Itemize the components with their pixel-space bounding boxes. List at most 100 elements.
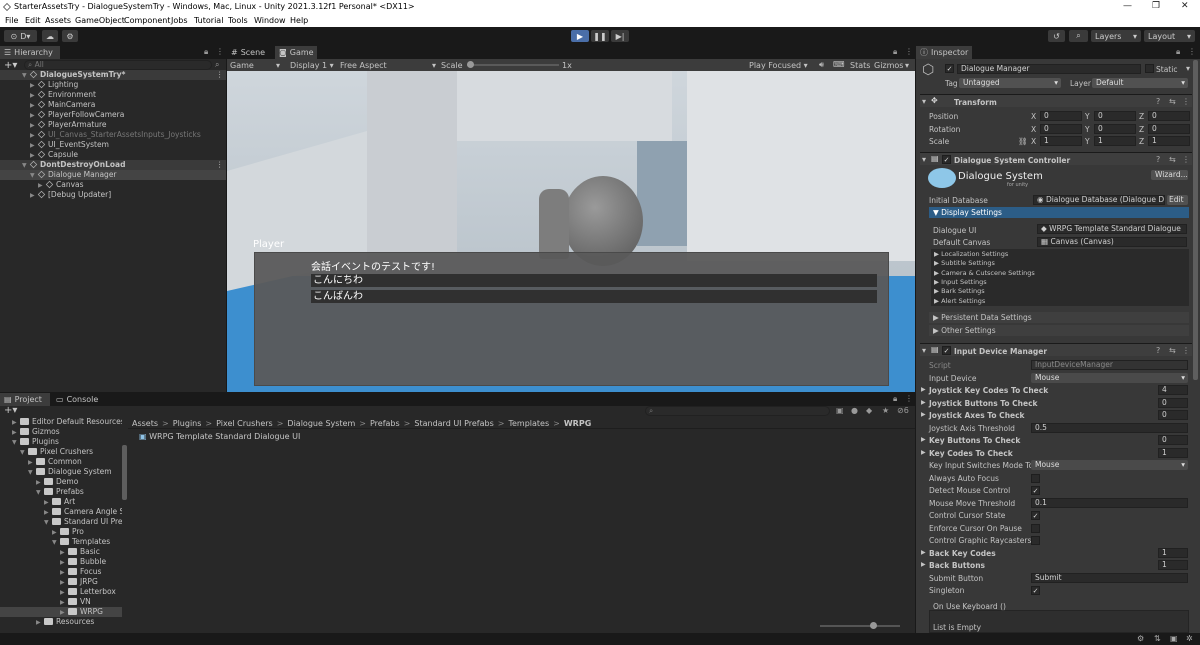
scale-slider-thumb[interactable] <box>467 61 474 68</box>
menu-help[interactable]: Help <box>290 16 308 25</box>
sub-settings-foldout[interactable]: ▶ Subtitle Settings <box>934 259 995 267</box>
project-folder-item[interactable]: ▼ Plugins <box>0 437 122 447</box>
project-folder-item[interactable]: ▼ Dialogue System <box>0 467 122 477</box>
mute-audio-icon[interactable]: 🔊︎ <box>819 60 824 70</box>
play-mode-dropdown[interactable]: Play Focused ▾ <box>749 61 808 70</box>
response-button[interactable]: こんばんわ <box>311 290 877 303</box>
lock-icon[interactable]: 🔒︎ <box>893 47 897 57</box>
pause-button[interactable]: ❚❚ <box>591 30 609 42</box>
hierarchy-item[interactable]: ▶ PlayerArmature <box>0 120 226 130</box>
active-checkbox[interactable]: ✓ <box>945 64 954 73</box>
kebab-menu-icon[interactable]: ⋮ <box>1182 346 1190 355</box>
foldout-icon[interactable]: ▶ <box>921 399 926 406</box>
project-folder-item[interactable]: ▶ Bubble <box>0 557 122 567</box>
transform-x-field[interactable]: 0 <box>1040 111 1082 121</box>
dsc-enabled-checkbox[interactable]: ✓ <box>942 155 951 164</box>
breadcrumb-item[interactable]: Plugins <box>173 419 202 428</box>
display-dropdown[interactable]: Display 1 ▾ <box>290 61 334 70</box>
transform-z-field[interactable]: 1 <box>1148 136 1190 146</box>
type-filter-icon[interactable]: ● <box>851 406 858 415</box>
preset-icon[interactable]: ⇆ <box>1169 155 1176 164</box>
idm-checkbox[interactable]: ✓ <box>1031 486 1040 495</box>
transform-z-field[interactable]: 0 <box>1148 111 1190 121</box>
project-folder-item[interactable]: ▼ Templates <box>0 537 122 547</box>
menu-edit[interactable]: Edit <box>25 16 41 25</box>
step-button[interactable]: ▶| <box>611 30 629 42</box>
project-folder-item[interactable]: ▶ Focus <box>0 567 122 577</box>
sub-settings-foldout[interactable]: ▶ Input Settings <box>934 278 987 286</box>
transform-header[interactable]: ▾ ✥ Transform ? ⇆ ⋮ <box>920 94 1192 107</box>
breadcrumb-item[interactable]: Pixel Crushers <box>216 419 273 428</box>
response-button[interactable]: こんにちわ <box>311 274 877 287</box>
menu-tutorial[interactable]: Tutorial <box>194 16 223 25</box>
help-icon[interactable]: ? <box>1156 155 1160 164</box>
tab-console[interactable]: ▭ Console <box>52 393 100 406</box>
breadcrumb-item[interactable]: Standard UI Prefabs <box>414 419 493 428</box>
idm-field[interactable]: 0.1 <box>1031 497 1188 508</box>
kebab-menu-icon[interactable]: ⋮ <box>1188 47 1196 56</box>
idm-checkbox[interactable] <box>1031 473 1040 483</box>
help-icon[interactable]: ? <box>1156 97 1160 106</box>
label-filter-icon[interactable]: ◆ <box>866 406 872 415</box>
static-checkbox[interactable] <box>1145 64 1154 73</box>
menu-file[interactable]: File <box>5 16 18 25</box>
breadcrumb-item[interactable]: Templates <box>508 419 549 428</box>
help-icon[interactable]: ? <box>1156 346 1160 355</box>
lock-icon[interactable]: 🔒︎ <box>204 47 208 57</box>
breadcrumb-item[interactable]: Dialogue System <box>287 419 355 428</box>
kebab-menu-icon[interactable]: ⋮ <box>216 70 224 80</box>
menu-tools[interactable]: Tools <box>228 16 248 25</box>
chevron-down-icon[interactable]: ▾ <box>1186 64 1190 73</box>
idm-array-size-field[interactable]: 1 <box>1158 447 1188 458</box>
game-mode-dropdown[interactable]: Game <box>230 61 254 70</box>
hierarchy-item[interactable]: ▶ PlayerFollowCamera <box>0 110 226 120</box>
sub-settings-foldout[interactable]: ▶ Alert Settings <box>934 297 985 305</box>
project-folder-item[interactable]: ▼ Pixel Crushers <box>0 447 122 457</box>
constrain-proportions-icon[interactable]: ⛓ <box>1018 137 1028 146</box>
kebab-menu-icon[interactable]: ⋮ <box>216 47 224 56</box>
layout-dropdown[interactable]: Layout ▾ <box>1144 30 1195 42</box>
hierarchy-search-input[interactable]: ⌕ All <box>24 60 212 70</box>
persistent-data-foldout[interactable]: ▶ Persistent Data Settings <box>929 312 1189 323</box>
project-folder-item[interactable]: ▶ Basic <box>0 547 122 557</box>
asset-item[interactable]: ▣ WRPG Template Standard Dialogue UI <box>139 432 300 441</box>
close-icon[interactable]: ✕ <box>1181 1 1189 11</box>
transform-z-field[interactable]: 0 <box>1148 123 1190 134</box>
project-folder-item[interactable]: ▶ Camera Angle S <box>0 507 122 517</box>
idm-array-size-field[interactable]: 1 <box>1158 560 1188 570</box>
sub-settings-foldout[interactable]: ▶ Localization Settings <box>934 250 1008 258</box>
project-search-input[interactable]: ⌕ <box>645 406 830 416</box>
cloud-icon[interactable]: ☁ <box>42 30 58 42</box>
layer-dropdown[interactable]: Default ▾ <box>1092 78 1188 88</box>
project-folder-item[interactable]: ▼ Prefabs <box>0 487 122 497</box>
idm-array-size-field[interactable]: 0 <box>1158 397 1188 408</box>
menu-jobs[interactable]: Jobs <box>171 16 188 25</box>
tab-inspector[interactable]: ⓘ Inspector <box>916 46 972 59</box>
project-folder-item[interactable]: ▶ Gizmos <box>0 427 122 437</box>
foldout-icon[interactable]: ▶ <box>921 386 926 393</box>
wizard-button[interactable]: Wizard... <box>1151 170 1188 180</box>
idm-field[interactable]: Submit <box>1031 572 1188 583</box>
foldout-icon[interactable]: ▶ <box>921 411 926 418</box>
dialogue-ui-field[interactable]: ◆ WRPG Template Standard Dialogue <box>1037 224 1187 234</box>
idm-dropdown[interactable]: Mouse ▾ <box>1031 372 1188 383</box>
transform-y-field[interactable]: 0 <box>1094 111 1136 121</box>
account-button[interactable]: ⊙ D ▾ <box>4 30 37 42</box>
idm-checkbox[interactable] <box>1031 536 1040 545</box>
tag-dropdown[interactable]: Untagged ▾ <box>959 78 1061 88</box>
project-folder-item[interactable]: ▶ Editor Default Resources <box>0 417 122 427</box>
icon-size-slider[interactable] <box>820 622 900 629</box>
tab-scene[interactable]: # Scene <box>227 46 273 59</box>
menu-gameobject[interactable]: GameObject <box>75 16 125 25</box>
maximize-icon[interactable]: ❐ <box>1152 1 1160 11</box>
aspect-dropdown[interactable]: Free Aspect ▾ <box>340 61 436 70</box>
menu-assets[interactable]: Assets <box>45 16 71 25</box>
project-folder-item[interactable]: ▶ Resources <box>0 617 122 627</box>
foldout-icon[interactable]: ▶ <box>921 436 926 443</box>
initial-database-field[interactable]: ◉ Dialogue Database (Dialogue Da <box>1033 195 1165 205</box>
lock-icon[interactable]: 🔒︎ <box>893 394 897 404</box>
idm-checkbox[interactable]: ✓ <box>1031 511 1040 520</box>
game-viewport[interactable]: Player 会話イベントのテストです! こんにちわ こんばんわ <box>227 71 915 392</box>
idm-array-size-field[interactable]: 0 <box>1158 435 1188 445</box>
project-folder-item[interactable]: ▶ JRPG <box>0 577 122 587</box>
